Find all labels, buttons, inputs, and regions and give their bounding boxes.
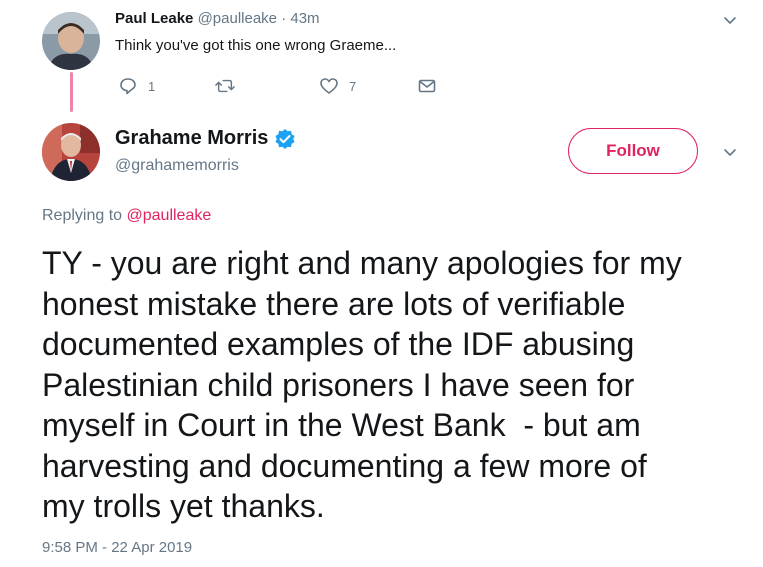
tweet-timestamp[interactable]: 9:58 PM - 22 Apr 2019 <box>42 539 192 556</box>
replying-to-prefix: Replying to <box>42 207 123 224</box>
like-button[interactable]: 7 <box>319 76 356 96</box>
follow-button[interactable]: Follow <box>568 128 698 174</box>
envelope-icon <box>418 79 436 93</box>
reply-header: Paul Leake @paulleake · 43m <box>115 10 320 27</box>
reply-separator: · <box>281 10 287 27</box>
reply-text: Think you've got this one wrong Graeme..… <box>115 37 397 54</box>
reply-author-name[interactable]: Paul Leake <box>115 10 193 27</box>
tweet-thread: Paul Leake @paulleake · 43m Think you've… <box>0 0 763 567</box>
reply-action-bar: 1 7 <box>115 76 455 98</box>
avatar-paul-leake[interactable] <box>42 12 100 70</box>
main-author-name-row: Grahame Morris <box>115 127 296 150</box>
reply-count: 1 <box>148 78 156 94</box>
main-author-name[interactable]: Grahame Morris <box>115 127 268 150</box>
thread-connector-line <box>70 72 73 112</box>
reply-age[interactable]: 43m <box>290 10 319 27</box>
heart-icon <box>320 78 338 94</box>
retweet-icon <box>215 79 235 93</box>
verified-badge-icon <box>275 128 295 149</box>
replying-to-line: Replying to @paulleake <box>42 207 211 225</box>
like-count: 7 <box>349 78 357 94</box>
reply-author-handle[interactable]: @paulleake <box>198 10 277 27</box>
replying-to-mention-link[interactable]: @paulleake <box>127 207 212 224</box>
direct-message-button[interactable] <box>417 76 437 96</box>
chevron-down-icon[interactable] <box>722 12 738 28</box>
reply-button[interactable]: 1 <box>118 76 155 96</box>
avatar-grahame-morris[interactable] <box>42 123 100 181</box>
reply-icon <box>120 78 136 95</box>
chevron-down-icon[interactable] <box>722 144 738 160</box>
tweet-text: TY - you are right and many apologies fo… <box>42 245 682 524</box>
main-author-handle[interactable]: @grahamemorris <box>115 157 239 175</box>
retweet-button[interactable] <box>215 76 245 96</box>
